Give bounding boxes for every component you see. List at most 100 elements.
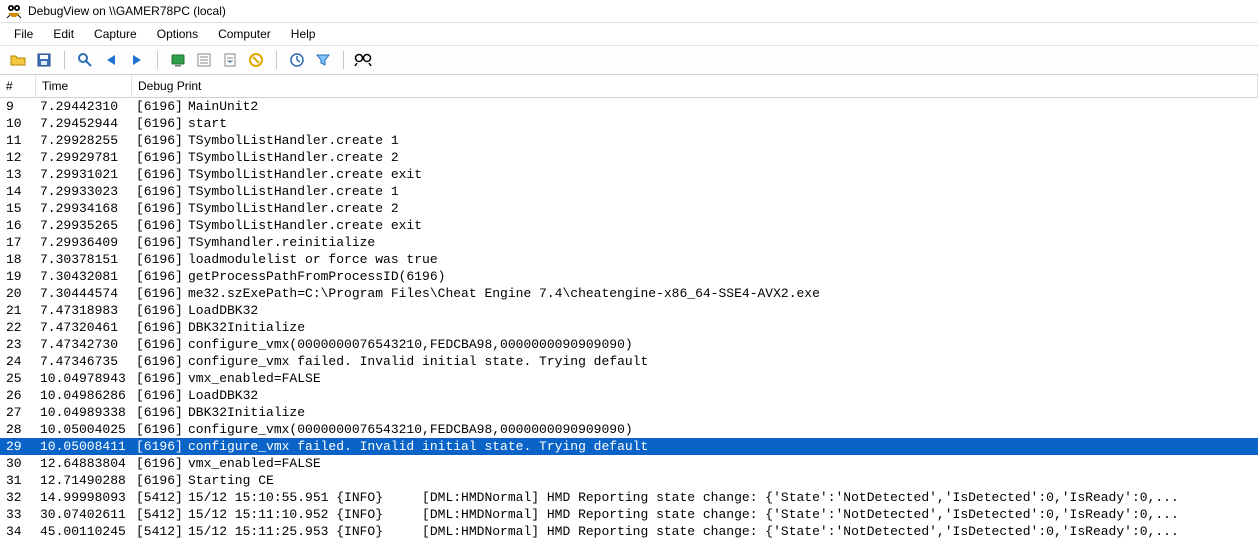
row-pid: [6196]: [132, 234, 186, 251]
row-message: TSymbolListHandler.create 2: [186, 149, 1258, 166]
log-row[interactable]: 3445.00110245[5412]15/12 15:11:25.953 {I…: [0, 523, 1258, 540]
menu-item-file[interactable]: File: [6, 25, 41, 43]
row-pid: [6196]: [132, 421, 186, 438]
log-row[interactable]: 127.29929781[6196]TSymbolListHandler.cre…: [0, 149, 1258, 166]
log-row[interactable]: 247.47346735[6196]configure_vmx failed. …: [0, 353, 1258, 370]
capture-passthrough-icon[interactable]: [192, 48, 216, 72]
open-icon[interactable]: [6, 48, 30, 72]
row-number: 34: [0, 523, 36, 540]
row-pid: [6196]: [132, 336, 186, 353]
row-number: 13: [0, 166, 36, 183]
arrow-left-icon[interactable]: [99, 48, 123, 72]
row-message: start: [186, 115, 1258, 132]
row-number: 18: [0, 251, 36, 268]
find-icon[interactable]: [352, 48, 376, 72]
capture-kernel-icon[interactable]: [166, 48, 190, 72]
row-time: 10.04986286: [36, 387, 132, 404]
row-pid: [6196]: [132, 183, 186, 200]
log-row[interactable]: 207.30444574[6196]me32.szExePath=C:\Prog…: [0, 285, 1258, 302]
log-row[interactable]: 3214.99998093[5412]15/12 15:10:55.951 {I…: [0, 489, 1258, 506]
row-number: 10: [0, 115, 36, 132]
log-row[interactable]: 2510.04978943[6196]vmx_enabled=FALSE: [0, 370, 1258, 387]
arrow-right-icon[interactable]: [125, 48, 149, 72]
log-row[interactable]: 117.29928255[6196]TSymbolListHandler.cre…: [0, 132, 1258, 149]
col-header-debugprint[interactable]: Debug Print: [132, 75, 1258, 97]
row-pid: [6196]: [132, 217, 186, 234]
row-message: me32.szExePath=C:\Program Files\Cheat En…: [186, 285, 1258, 302]
row-pid: [6196]: [132, 98, 186, 115]
toolbar-separator: [276, 51, 277, 69]
log-row[interactable]: 237.47342730[6196]configure_vmx(00000000…: [0, 336, 1258, 353]
row-time: 14.99998093: [36, 489, 132, 506]
row-pid: [5412]: [132, 523, 186, 540]
row-time: 7.29935265: [36, 217, 132, 234]
grid-body[interactable]: 97.29442310[6196]MainUnit2107.29452944[6…: [0, 98, 1258, 540]
row-message: configure_vmx(0000000076543210,FEDCBA98,…: [186, 421, 1258, 438]
row-message: configure_vmx(0000000076543210,FEDCBA98,…: [186, 336, 1258, 353]
log-row[interactable]: 2710.04989338[6196]DBK32Initialize: [0, 404, 1258, 421]
autoscroll-icon[interactable]: [218, 48, 242, 72]
log-row[interactable]: 177.29936409[6196]TSymhandler.reinitiali…: [0, 234, 1258, 251]
save-icon[interactable]: [32, 48, 56, 72]
row-number: 16: [0, 217, 36, 234]
row-pid: [6196]: [132, 149, 186, 166]
log-row[interactable]: 147.29933023[6196]TSymbolListHandler.cre…: [0, 183, 1258, 200]
row-number: 9: [0, 98, 36, 115]
row-time: 7.30378151: [36, 251, 132, 268]
row-message: TSymbolListHandler.create 2: [186, 200, 1258, 217]
menu-item-options[interactable]: Options: [149, 25, 206, 43]
row-number: 29: [0, 438, 36, 455]
row-time: 10.04989338: [36, 404, 132, 421]
row-pid: [5412]: [132, 489, 186, 506]
log-row[interactable]: 2810.05004025[6196]configure_vmx(0000000…: [0, 421, 1258, 438]
log-row[interactable]: 137.29931021[6196]TSymbolListHandler.cre…: [0, 166, 1258, 183]
col-header-number[interactable]: #: [0, 75, 36, 97]
log-row[interactable]: 167.29935265[6196]TSymbolListHandler.cre…: [0, 217, 1258, 234]
clock-icon[interactable]: [285, 48, 309, 72]
row-number: 19: [0, 268, 36, 285]
row-number: 20: [0, 285, 36, 302]
row-message: vmx_enabled=FALSE: [186, 370, 1258, 387]
log-row[interactable]: 3330.07402611[5412]15/12 15:11:10.952 {I…: [0, 506, 1258, 523]
menu-item-edit[interactable]: Edit: [45, 25, 82, 43]
row-time: 30.07402611: [36, 506, 132, 523]
row-time: 7.29933023: [36, 183, 132, 200]
log-row[interactable]: 2610.04986286[6196]LoadDBK32: [0, 387, 1258, 404]
row-number: 25: [0, 370, 36, 387]
log-row[interactable]: 227.47320461[6196]DBK32Initialize: [0, 319, 1258, 336]
row-message: Starting CE: [186, 472, 1258, 489]
col-header-time[interactable]: Time: [36, 75, 132, 97]
row-message: configure_vmx failed. Invalid initial st…: [186, 353, 1258, 370]
row-number: 27: [0, 404, 36, 421]
row-time: 7.29442310: [36, 98, 132, 115]
filter-highlight-icon[interactable]: [311, 48, 335, 72]
log-row[interactable]: 3012.64883804[6196]vmx_enabled=FALSE: [0, 455, 1258, 472]
log-row[interactable]: 157.29934168[6196]TSymbolListHandler.cre…: [0, 200, 1258, 217]
menu-item-capture[interactable]: Capture: [86, 25, 145, 43]
log-row[interactable]: 217.47318983[6196]LoadDBK32: [0, 302, 1258, 319]
row-number: 12: [0, 149, 36, 166]
row-time: 10.04978943: [36, 370, 132, 387]
clear-icon[interactable]: [244, 48, 268, 72]
row-message: TSymhandler.reinitialize: [186, 234, 1258, 251]
menu-item-computer[interactable]: Computer: [210, 25, 279, 43]
menu-item-help[interactable]: Help: [283, 25, 324, 43]
log-row[interactable]: 97.29442310[6196]MainUnit2: [0, 98, 1258, 115]
magnifier-icon[interactable]: [73, 48, 97, 72]
row-pid: [6196]: [132, 115, 186, 132]
log-row[interactable]: 197.30432081[6196]getProcessPathFromProc…: [0, 268, 1258, 285]
row-number: 26: [0, 387, 36, 404]
row-pid: [6196]: [132, 404, 186, 421]
row-message: TSymbolListHandler.create exit: [186, 166, 1258, 183]
log-row[interactable]: 107.29452944[6196]start: [0, 115, 1258, 132]
row-number: 15: [0, 200, 36, 217]
grid-header[interactable]: # Time Debug Print: [0, 75, 1258, 98]
log-row[interactable]: 2910.05008411[6196]configure_vmx failed.…: [0, 438, 1258, 455]
row-message: TSymbolListHandler.create 1: [186, 132, 1258, 149]
log-row[interactable]: 187.30378151[6196]loadmodulelist or forc…: [0, 251, 1258, 268]
log-row[interactable]: 3112.71490288[6196]Starting CE: [0, 472, 1258, 489]
row-pid: [6196]: [132, 200, 186, 217]
toolbar-separator: [343, 51, 344, 69]
row-message: loadmodulelist or force was true: [186, 251, 1258, 268]
row-pid: [6196]: [132, 319, 186, 336]
